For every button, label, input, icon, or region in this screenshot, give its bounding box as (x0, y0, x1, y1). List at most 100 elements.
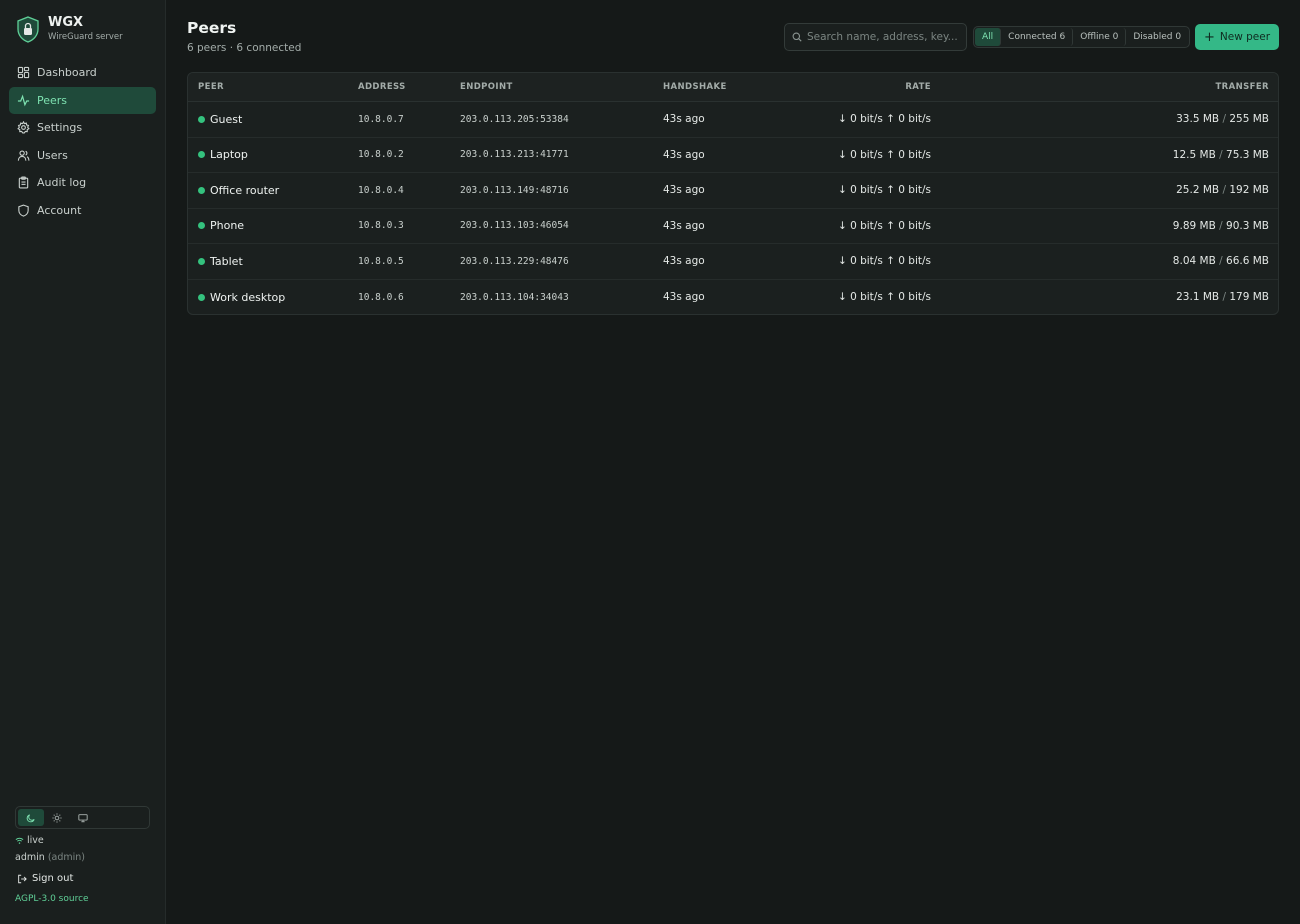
sidebar-item-peers[interactable]: Peers (9, 86, 156, 114)
transfer-rx: 25.2 MB (1176, 184, 1220, 197)
peer-handshake: 43s ago (663, 291, 705, 304)
wifi-icon (15, 837, 24, 844)
filter-disabled[interactable]: Disabled 0 (1126, 28, 1188, 46)
connection-status: live (15, 835, 44, 846)
column-header-peer[interactable]: PEER (198, 82, 224, 92)
new-peer-button[interactable]: + New peer (1195, 24, 1279, 50)
peer-endpoint: 203.0.113.213:41771 (460, 149, 569, 161)
column-header-rate[interactable]: RATE (905, 82, 931, 92)
search-icon (792, 32, 802, 42)
transfer-tx: 255 MB (1229, 113, 1269, 126)
page-title: Peers (187, 19, 237, 37)
peer-handshake: 43s ago (663, 113, 705, 126)
sign-out-button[interactable]: Sign out (17, 873, 73, 884)
peer-endpoint: 203.0.113.149:48716 (460, 184, 569, 196)
transfer-separator: / (1219, 148, 1227, 161)
peer-handshake: 43s ago (663, 184, 705, 197)
filter-all[interactable]: All (975, 28, 1002, 46)
brand[interactable]: WGX WireGuard server (16, 15, 123, 43)
search-input[interactable] (807, 31, 957, 43)
peer-name-cell: Tablet (198, 255, 243, 268)
peer-transfer: 23.1 MB / 179 MB (1176, 291, 1269, 303)
activity-icon (17, 94, 30, 107)
column-header-address[interactable]: ADDRESS (358, 82, 406, 92)
sidebar-item-label: Users (37, 148, 68, 162)
peers-table: PEER ADDRESS ENDPOINT HANDSHAKE RATE TRA… (187, 72, 1279, 315)
table-row[interactable]: Tablet 10.8.0.5 203.0.113.229:48476 43s … (188, 244, 1278, 280)
sidebar-item-label: Peers (37, 93, 68, 107)
peer-transfer: 8.04 MB / 66.6 MB (1173, 255, 1269, 267)
peer-endpoint: 203.0.113.103:46054 (460, 220, 569, 232)
peer-name-cell: Office router (198, 184, 279, 197)
status-filter: All Connected 6 Offline 0 Disabled 0 (973, 26, 1191, 48)
user-role: (admin) (47, 852, 85, 863)
gear-icon (17, 121, 30, 134)
peer-address: 10.8.0.6 (358, 291, 404, 303)
table-row[interactable]: Phone 10.8.0.3 203.0.113.103:46054 43s a… (188, 209, 1278, 244)
peer-address: 10.8.0.4 (358, 184, 404, 196)
status-dot (198, 257, 205, 265)
table-row[interactable]: Guest 10.8.0.7 203.0.113.205:53384 43s a… (188, 102, 1278, 138)
sidebar: WGX WireGuard server Dashboard Peers Set… (0, 0, 166, 924)
transfer-separator: / (1219, 219, 1227, 232)
sidebar-item-label: Account (37, 203, 82, 217)
peer-address: 10.8.0.7 (358, 113, 404, 125)
peer-transfer: 33.5 MB / 255 MB (1176, 113, 1269, 125)
plus-icon: + (1203, 29, 1215, 45)
logout-icon (18, 874, 27, 883)
peer-rate: ↓ 0 bit/s ↑ 0 bit/s (837, 184, 931, 197)
sidebar-item-label: Audit log (37, 176, 87, 190)
column-header-handshake[interactable]: HANDSHAKE (663, 82, 727, 92)
dark-theme-button[interactable] (18, 809, 44, 826)
status-label: live (27, 835, 44, 846)
sidebar-item-settings[interactable]: Settings (9, 114, 156, 142)
peer-rate: ↓ 0 bit/s ↑ 0 bit/s (837, 255, 931, 268)
sign-out-label: Sign out (32, 873, 74, 884)
peer-handshake: 43s ago (663, 148, 705, 161)
sidebar-item-audit-log[interactable]: Audit log (9, 169, 156, 197)
filter-offline[interactable]: Offline 0 (1073, 28, 1127, 46)
peer-name: Phone (210, 219, 245, 233)
table-body: Guest 10.8.0.7 203.0.113.205:53384 43s a… (188, 102, 1278, 315)
transfer-tx: 66.6 MB (1226, 255, 1269, 268)
filter-connected[interactable]: Connected 6 (1001, 28, 1074, 46)
status-dot (198, 151, 205, 159)
peer-name: Laptop (210, 148, 248, 162)
theme-toggle (15, 806, 150, 829)
table-row[interactable]: Office router 10.8.0.4 203.0.113.149:487… (188, 173, 1278, 209)
source-link[interactable]: AGPL-3.0 source (15, 894, 89, 904)
current-user: admin (admin) (15, 852, 85, 863)
shield-icon (17, 204, 30, 217)
new-peer-label: New peer (1219, 31, 1271, 43)
peer-transfer: 25.2 MB / 192 MB (1176, 184, 1269, 196)
peer-name: Office router (210, 183, 280, 197)
status-dot (198, 115, 205, 123)
peer-rate: ↓ 0 bit/s ↑ 0 bit/s (837, 148, 931, 161)
user-name: admin (15, 852, 45, 863)
column-header-endpoint[interactable]: ENDPOINT (460, 82, 513, 92)
system-theme-button[interactable] (70, 809, 96, 826)
transfer-rx: 23.1 MB (1176, 291, 1220, 304)
light-theme-button[interactable] (44, 809, 70, 826)
table-row[interactable]: Work desktop 10.8.0.6 203.0.113.104:3404… (188, 280, 1278, 315)
peer-handshake: 43s ago (663, 255, 705, 268)
sidebar-item-account[interactable]: Account (9, 197, 156, 225)
sidebar-nav: Dashboard Peers Settings Users Audit log (9, 59, 156, 224)
sidebar-item-users[interactable]: Users (9, 142, 156, 170)
users-icon (17, 149, 30, 162)
column-header-transfer[interactable]: TRANSFER (1215, 82, 1269, 92)
peer-rate: ↓ 0 bit/s ↑ 0 bit/s (837, 113, 931, 126)
peer-transfer: 9.89 MB / 90.3 MB (1173, 220, 1269, 232)
transfer-rx: 9.89 MB (1172, 219, 1216, 232)
sidebar-item-label: Dashboard (37, 66, 97, 80)
sun-icon (52, 812, 62, 823)
table-header: PEER ADDRESS ENDPOINT HANDSHAKE RATE TRA… (188, 73, 1278, 102)
sidebar-item-dashboard[interactable]: Dashboard (9, 59, 156, 87)
status-dot (198, 186, 205, 194)
transfer-tx: 75.3 MB (1226, 148, 1269, 161)
table-row[interactable]: Laptop 10.8.0.2 203.0.113.213:41771 43s … (188, 138, 1278, 173)
peer-name-cell: Phone (198, 219, 244, 232)
peer-rate: ↓ 0 bit/s ↑ 0 bit/s (837, 291, 931, 304)
search-box (784, 23, 967, 51)
peer-address: 10.8.0.2 (358, 149, 404, 161)
